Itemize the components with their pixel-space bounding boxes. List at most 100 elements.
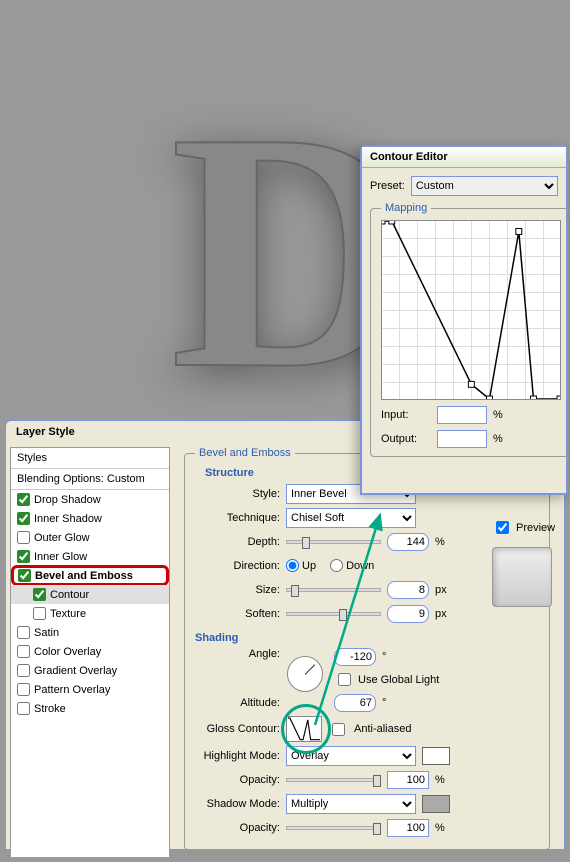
angle-dial[interactable] — [287, 656, 323, 692]
soften-slider[interactable] — [286, 612, 381, 616]
direction-down-radio[interactable] — [330, 559, 343, 572]
preset-select[interactable]: Custom — [411, 176, 558, 196]
effect-checkbox[interactable] — [17, 531, 30, 544]
size-input[interactable] — [387, 581, 429, 599]
contour-editor-title: Contour Editor — [362, 147, 566, 168]
depth-slider[interactable] — [286, 540, 381, 544]
effect-checkbox[interactable] — [17, 493, 30, 506]
use-global-light-checkbox[interactable] — [338, 673, 351, 686]
size-slider[interactable] — [286, 588, 381, 592]
input-unit: % — [493, 409, 503, 421]
size-label: Size: — [195, 584, 280, 596]
blending-options-row[interactable]: Blending Options: Custom — [11, 469, 169, 490]
output-label: Output: — [381, 433, 431, 445]
mapping-legend: Mapping — [381, 202, 431, 214]
effect-item-gradient-overlay[interactable]: Gradient Overlay — [11, 661, 169, 680]
effect-item-pattern-overlay[interactable]: Pattern Overlay — [11, 680, 169, 699]
soften-input[interactable] — [387, 605, 429, 623]
bevel-group-legend: Bevel and Emboss — [195, 447, 295, 459]
effect-checkbox[interactable] — [17, 512, 30, 525]
altitude-unit: ° — [382, 697, 386, 709]
input-value-field[interactable] — [437, 406, 487, 424]
shadow-color-swatch[interactable] — [422, 795, 450, 813]
depth-label: Depth: — [195, 536, 280, 548]
down-label: Down — [346, 560, 374, 572]
preset-label: Preset: — [370, 180, 405, 192]
angle-input[interactable] — [334, 648, 376, 666]
shading-heading: Shading — [195, 632, 539, 644]
shadow-opacity-input[interactable] — [387, 819, 429, 837]
effect-checkbox[interactable] — [17, 664, 30, 677]
angle-label: Angle: — [195, 648, 280, 660]
altitude-input[interactable] — [334, 694, 376, 712]
effect-checkbox[interactable] — [17, 702, 30, 715]
use-global-light-label: Use Global Light — [358, 674, 439, 686]
gloss-contour-label: Gloss Contour: — [195, 723, 280, 735]
highlight-mode-select[interactable]: Overlay — [286, 746, 416, 766]
shadow-mode-select[interactable]: Multiply — [286, 794, 416, 814]
highlight-opacity-input[interactable] — [387, 771, 429, 789]
effect-checkbox[interactable] — [17, 626, 30, 639]
preview-label: Preview — [516, 522, 555, 534]
contour-curve-editor[interactable] — [381, 220, 561, 400]
effect-checkbox[interactable] — [33, 607, 46, 620]
effect-checkbox[interactable] — [17, 645, 30, 658]
contour-editor-dialog: Contour Editor Preset: Custom Mapping In… — [360, 145, 568, 495]
preview-checkbox[interactable] — [496, 521, 509, 534]
shadow-opacity-slider[interactable] — [286, 826, 381, 830]
effects-list: Styles Blending Options: Custom Drop Sha… — [10, 447, 170, 858]
effect-label: Inner Glow — [34, 551, 87, 563]
technique-select[interactable]: Chisel Soft — [286, 508, 416, 528]
effect-item-inner-glow[interactable]: Inner Glow — [11, 547, 169, 566]
effect-item-stroke[interactable]: Stroke — [11, 699, 169, 718]
effect-label: Texture — [50, 608, 86, 620]
style-label: Style: — [195, 488, 280, 500]
effect-item-drop-shadow[interactable]: Drop Shadow — [11, 490, 169, 509]
output-unit: % — [493, 433, 503, 445]
input-label: Input: — [381, 409, 431, 421]
gloss-contour-picker[interactable] — [286, 716, 322, 742]
effect-item-inner-shadow[interactable]: Inner Shadow — [11, 509, 169, 528]
highlight-mode-label: Highlight Mode: — [195, 750, 280, 762]
shadow-mode-label: Shadow Mode: — [195, 798, 280, 810]
direction-label: Direction: — [195, 560, 280, 572]
styles-header[interactable]: Styles — [11, 448, 169, 469]
effect-item-contour[interactable]: Contour — [11, 585, 169, 604]
effect-item-satin[interactable]: Satin — [11, 623, 169, 642]
direction-up-radio[interactable] — [286, 559, 299, 572]
shadow-opacity-unit: % — [435, 822, 445, 834]
effect-item-texture[interactable]: Texture — [11, 604, 169, 623]
effect-label: Stroke — [34, 703, 66, 715]
highlight-opacity-unit: % — [435, 774, 445, 786]
depth-input[interactable] — [387, 533, 429, 551]
output-value-field[interactable] — [437, 430, 487, 448]
bevel-settings: Bevel and Emboss Structure Style: Inner … — [174, 447, 560, 858]
altitude-label: Altitude: — [195, 697, 280, 709]
effect-checkbox[interactable] — [33, 588, 46, 601]
effect-checkbox[interactable] — [18, 569, 31, 582]
effect-label: Pattern Overlay — [34, 684, 110, 696]
soften-unit: px — [435, 608, 447, 620]
up-label: Up — [302, 560, 316, 572]
effect-label: Contour — [50, 589, 89, 601]
effect-item-outer-glow[interactable]: Outer Glow — [11, 528, 169, 547]
preview-strip: Preview — [492, 518, 570, 607]
effect-label: Satin — [34, 627, 59, 639]
effect-item-color-overlay[interactable]: Color Overlay — [11, 642, 169, 661]
technique-label: Technique: — [195, 512, 280, 524]
anti-aliased-checkbox[interactable] — [332, 723, 345, 736]
effect-label: Gradient Overlay — [34, 665, 117, 677]
effect-label: Color Overlay — [34, 646, 101, 658]
highlight-color-swatch[interactable] — [422, 747, 450, 765]
effect-label: Outer Glow — [34, 532, 90, 544]
size-unit: px — [435, 584, 447, 596]
soften-label: Soften: — [195, 608, 280, 620]
anti-aliased-label: Anti-aliased — [354, 723, 411, 735]
highlight-opacity-slider[interactable] — [286, 778, 381, 782]
effect-item-bevel-and-emboss[interactable]: Bevel and Emboss — [11, 565, 169, 586]
effect-checkbox[interactable] — [17, 550, 30, 563]
effect-checkbox[interactable] — [17, 683, 30, 696]
shadow-opacity-label: Opacity: — [195, 822, 280, 834]
effect-label: Bevel and Emboss — [35, 570, 133, 582]
effect-label: Inner Shadow — [34, 513, 102, 525]
